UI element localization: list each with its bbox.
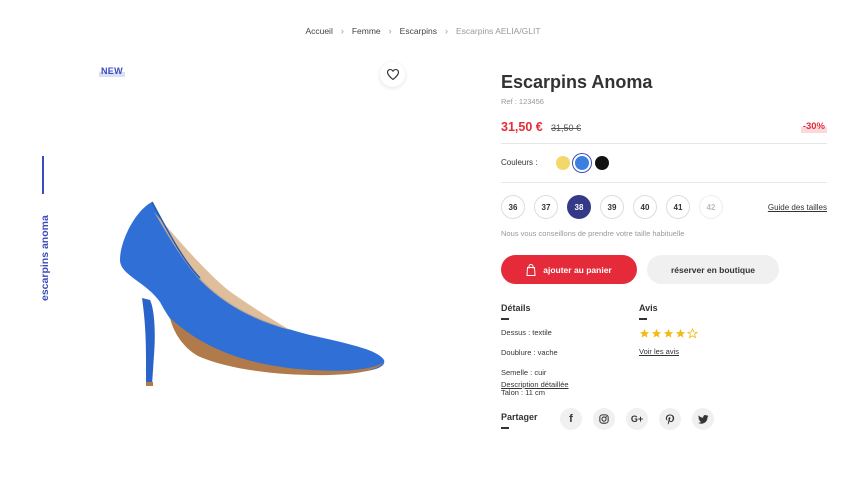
heart-icon [386,69,399,80]
detail-heel: Talon : 11 cm [501,388,546,397]
details-underline [501,318,509,320]
star-filled-icon [663,328,674,338]
discount-badge: -30% [800,120,828,133]
size-option-42[interactable]: 42 [699,195,723,219]
add-to-cart-button[interactable]: ajouter au panier [501,255,637,284]
divider [501,182,827,183]
reviews-title: Avis [639,303,658,313]
size-guide-link[interactable]: Guide des tailles [768,203,827,212]
size-option-38[interactable]: 38 [567,195,591,219]
product-image [120,201,385,386]
share-title: Partager [501,412,538,422]
breadcrumb-item-accueil[interactable]: Accueil [305,26,332,36]
chevron-right-icon: › [340,25,344,36]
instagram-icon [599,414,609,424]
star-filled-icon [651,328,662,338]
twitter-button[interactable] [692,408,714,430]
divider [501,143,827,144]
color-swatch-yellow[interactable] [556,156,570,170]
side-title-text: escarpins anoma [39,215,51,301]
breadcrumb-item-escarpins[interactable]: Escarpins [400,26,437,36]
size-option-36[interactable]: 36 [501,195,525,219]
side-title-line [42,156,44,194]
product-ref: Ref : 123456 [501,97,544,106]
color-swatch-blue[interactable] [575,156,589,170]
rating-stars [639,328,698,339]
product-title: Escarpins Anoma [501,72,653,92]
add-to-cart-label: ajouter au panier [543,264,612,275]
reserve-in-store-label: réserver en boutique [670,264,756,275]
discount-text: -30% [802,121,825,132]
product-price: 31,50 € [501,120,543,134]
new-badge: NEW [99,66,125,77]
size-option-41[interactable]: 41 [666,195,690,219]
color-swatch-black[interactable] [595,156,609,170]
size-option-39[interactable]: 39 [600,195,624,219]
pinterest-button[interactable] [659,408,681,430]
breadcrumb: Accueil › Femme › Escarpins › Escarpins AELIA/… [0,25,846,36]
detail-line: Dessus : textile [501,328,552,337]
detail-line: Semelle : cuir [501,368,547,377]
size-hint: Nous vous conseillons de prendre votre t… [501,229,685,238]
reserve-in-store-button[interactable]: réserver en boutique [647,255,779,284]
instagram-button[interactable] [593,408,615,430]
chevron-right-icon: › [444,25,448,36]
product-old-price: 31,50 € [551,123,582,133]
see-reviews-link[interactable]: Voir les avis [639,347,679,356]
facebook-icon: f [569,413,573,425]
colors-label: Couleurs : [501,158,538,167]
share-underline [501,427,509,429]
pinterest-icon [665,414,675,424]
chevron-right-icon: › [388,25,392,36]
breadcrumb-current: Escarpins AELIA/GLIT [455,25,541,36]
side-title: escarpins anoma [33,200,53,310]
twitter-icon [697,414,708,424]
breadcrumb-item-femme[interactable]: Femme [352,26,381,36]
star-empty-icon [687,328,698,339]
facebook-button[interactable]: f [560,408,582,430]
star-filled-icon [675,328,686,338]
reviews-underline [639,318,647,320]
google-plus-icon: G+ [630,414,644,424]
detail-line: Doublure : vache [501,348,558,357]
details-title: Détails [501,303,531,313]
shopping-bag-icon [526,263,536,276]
google-plus-button[interactable]: G+ [626,408,648,430]
size-option-37[interactable]: 37 [534,195,558,219]
star-filled-icon [639,328,650,338]
size-option-40[interactable]: 40 [633,195,657,219]
wishlist-button[interactable] [380,62,405,87]
